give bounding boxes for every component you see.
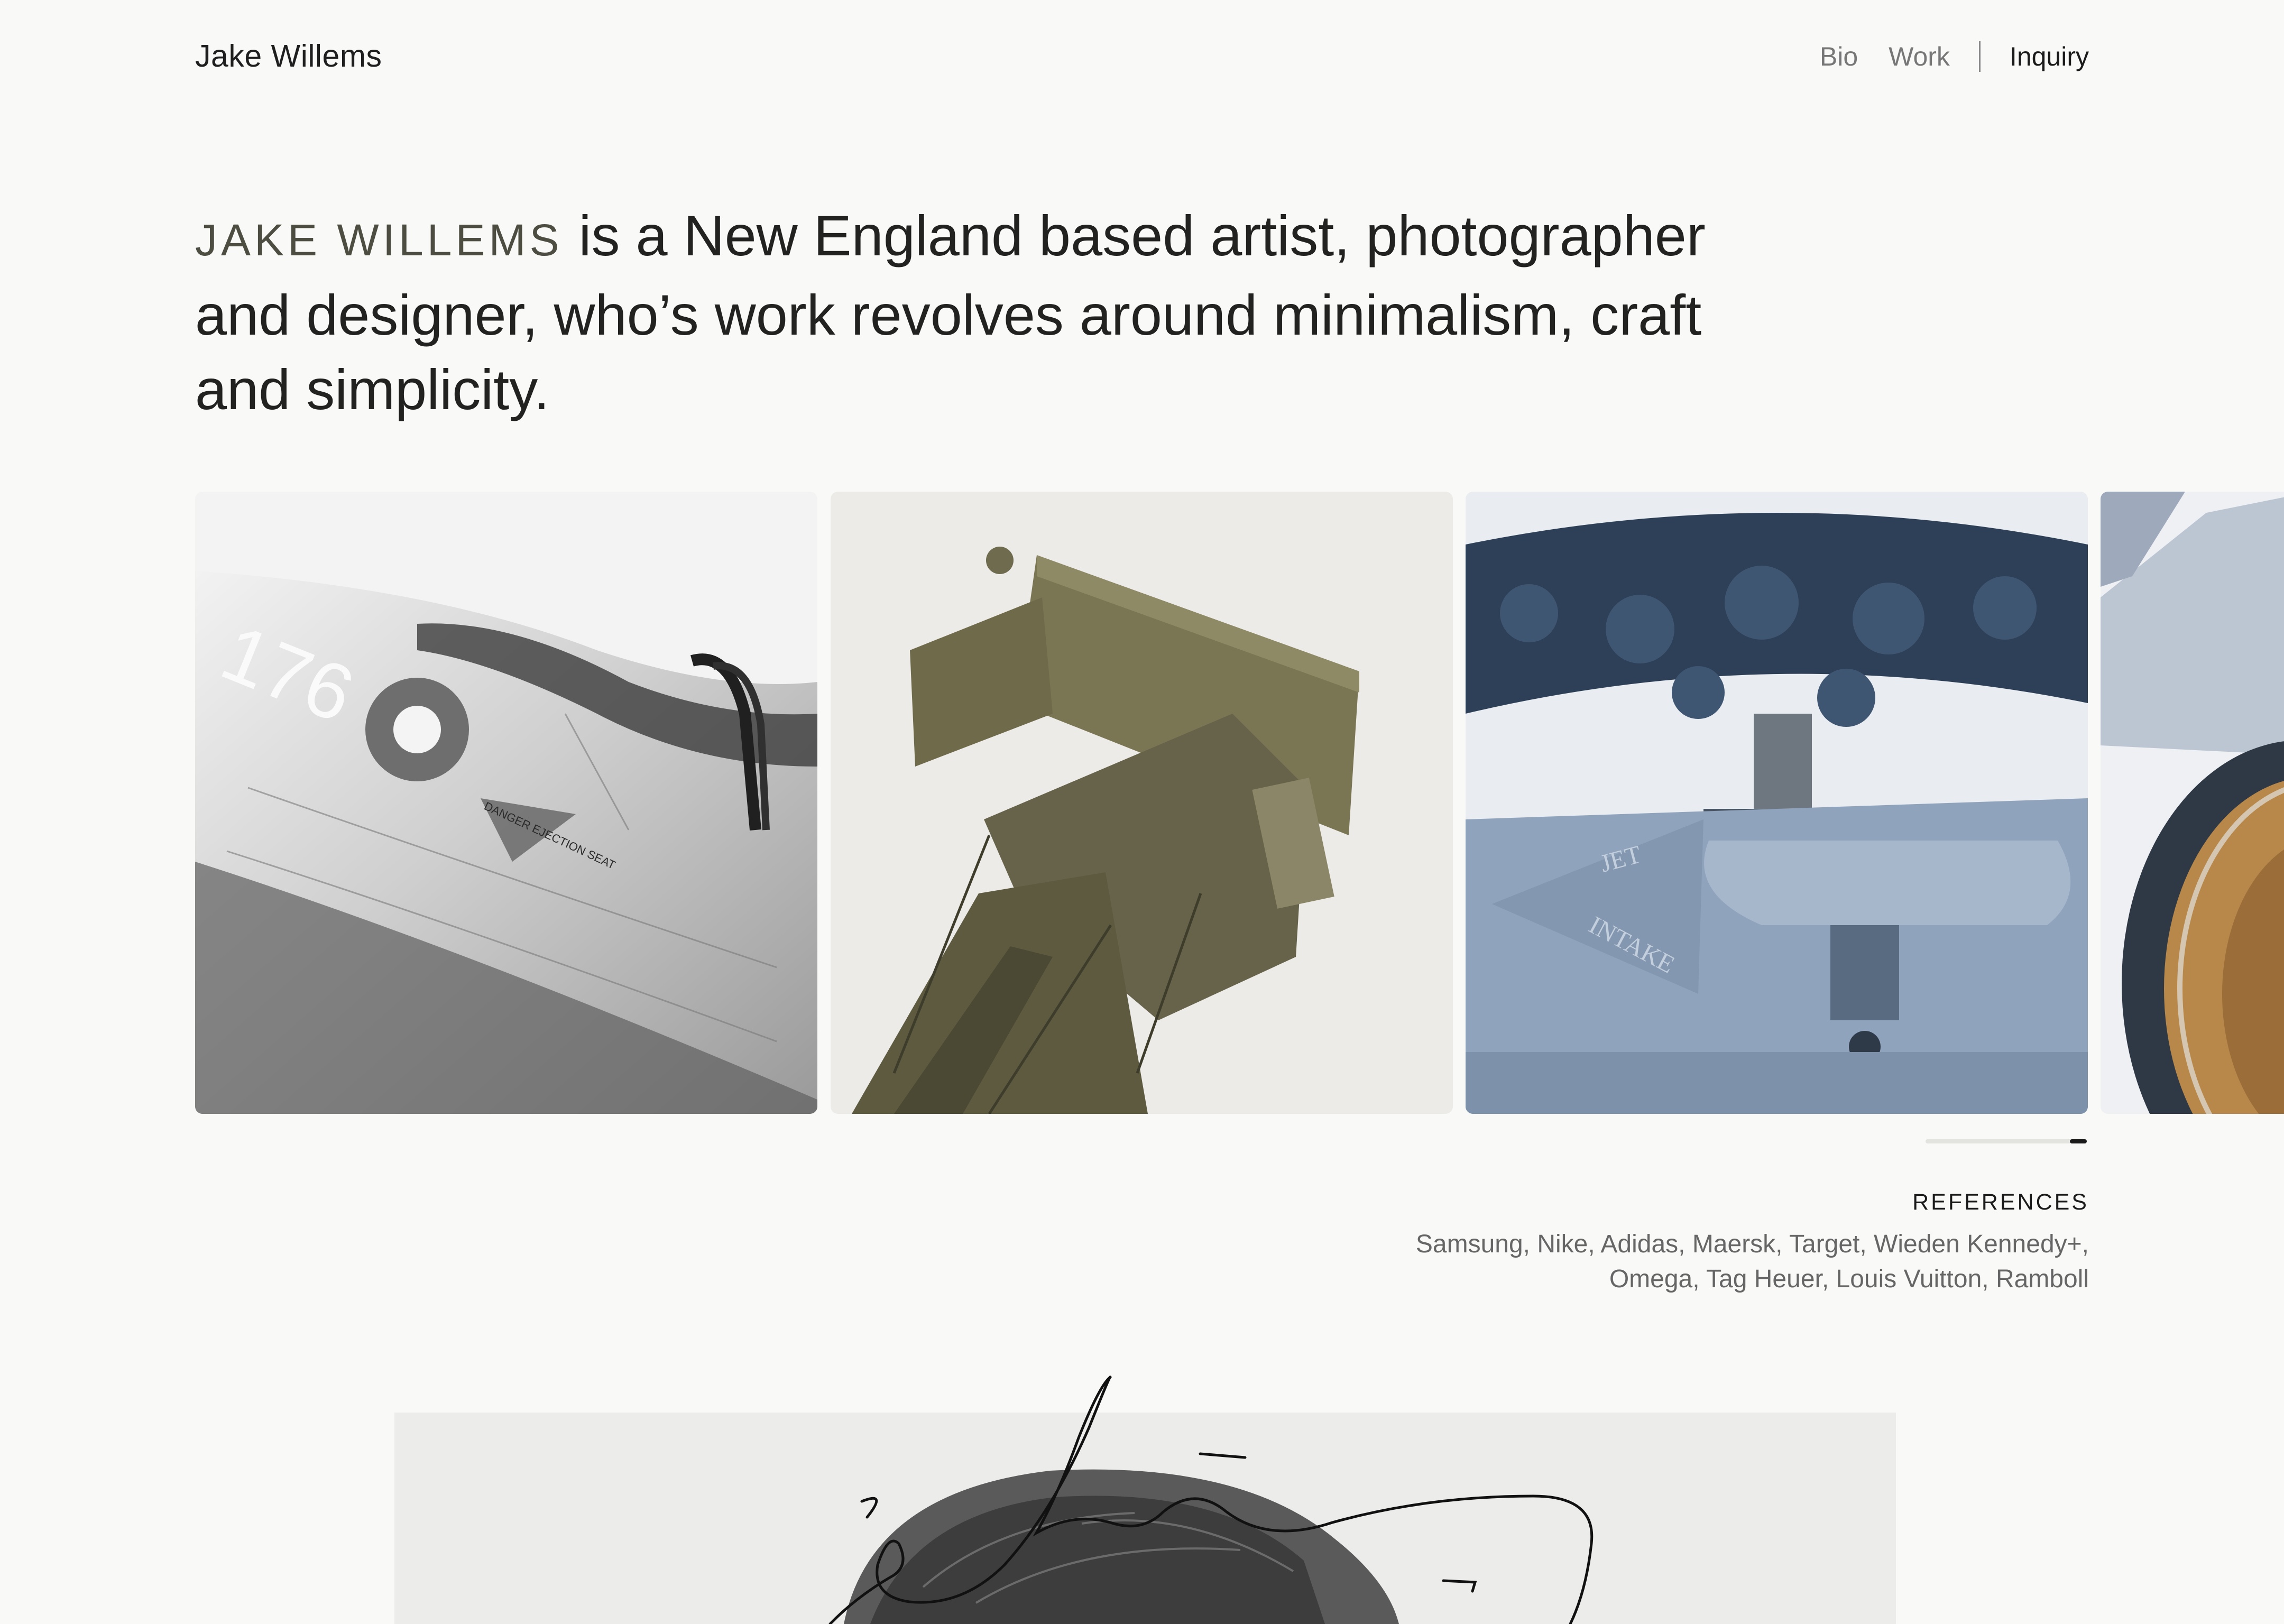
- hero-statement: Jake Willems is a New England based arti…: [195, 198, 1728, 427]
- hero-line-3: and simplicity.: [195, 357, 550, 421]
- carousel-scrollbar[interactable]: [1926, 1139, 2087, 1143]
- nav-bio-link[interactable]: Bio: [1820, 41, 1858, 72]
- references-line-1: Samsung, Nike, Adidas, Maersk, Target, W…: [1415, 1230, 2089, 1258]
- carousel-scrollbar-thumb[interactable]: [2070, 1139, 2087, 1143]
- main-nav: Bio Work Inquiry: [1820, 41, 2089, 72]
- references-line-2: Omega, Tag Heuer, Louis Vuitton, Ramboll: [1609, 1265, 2089, 1293]
- gallery-photo-helicopter[interactable]: JET INTAKE: [1466, 492, 2088, 1114]
- gallery-photo-radar[interactable]: [831, 492, 1453, 1114]
- references-title: REFERENCES: [1912, 1189, 2089, 1215]
- gallery-photo-engine[interactable]: [2101, 492, 2284, 1114]
- hero-line-1: is a New England based artist, photograp…: [563, 204, 1706, 267]
- hero-artist-name: Jake Willems: [195, 215, 563, 265]
- gallery-photo-jet[interactable]: 176 DANGER EJECTION SEAT: [195, 492, 817, 1114]
- references-list: Samsung, Nike, Adidas, Maersk, Target, W…: [1296, 1227, 2089, 1297]
- hero-line-2: and designer, who’s work revolves around…: [195, 283, 1702, 347]
- references-section: REFERENCES Samsung, Nike, Adidas, Maersk…: [1296, 1189, 2089, 1297]
- nav-divider: [1978, 41, 1981, 72]
- portrait-photo: [394, 1413, 1896, 1624]
- nav-inquiry-link[interactable]: Inquiry: [2010, 41, 2089, 72]
- nav-work-link[interactable]: Work: [1889, 41, 1950, 72]
- site-logo[interactable]: Jake Willems: [195, 38, 382, 74]
- photo-carousel[interactable]: 176 DANGER EJECTION SEAT JET INTAKE: [195, 492, 2284, 1114]
